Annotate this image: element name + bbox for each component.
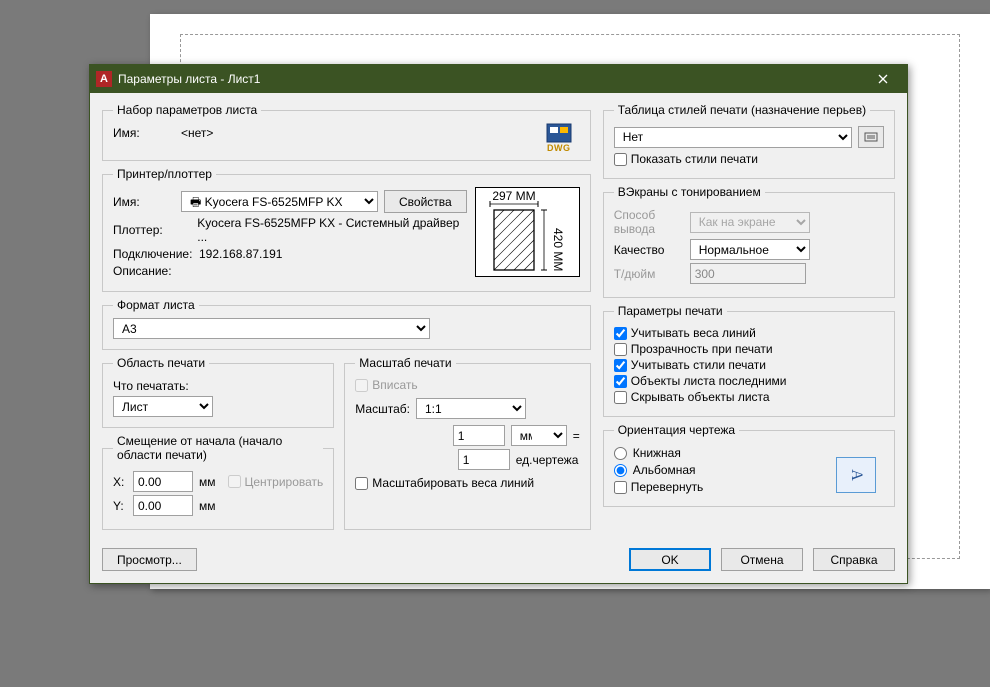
opt-hide[interactable]: Скрывать объекты листа [614, 390, 884, 404]
dwg-label: DWG [547, 143, 571, 153]
shade-mode-select: Как на экране [690, 212, 810, 233]
printer-group: Принтер/плоттер Имя: 🖶 Kyocera FS-6525MF… [102, 167, 591, 292]
y-label: Y: [113, 499, 127, 513]
shade-group: ВЭкраны с тонированием Способ вывода Как… [603, 185, 895, 298]
scale-lw-checkbox[interactable] [355, 477, 368, 490]
shade-mode-label: Способ вывода [614, 208, 680, 236]
x-unit: мм [199, 475, 216, 489]
orient-legend: Ориентация чертежа [614, 423, 739, 437]
page-set-name-label: Имя: [113, 126, 175, 140]
page-set-group: Набор параметров листа Имя: <нет> DWG [102, 103, 591, 161]
scale-lw-check[interactable]: Масштабировать веса линий [355, 476, 579, 490]
preview-button[interactable]: Просмотр... [102, 548, 197, 571]
scale-den-input[interactable] [458, 449, 510, 470]
dwg-icon: DWG [542, 123, 576, 153]
area-legend: Область печати [113, 356, 209, 370]
opt-styles[interactable]: Учитывать стили печати [614, 358, 884, 372]
x-input[interactable] [133, 471, 193, 492]
titlebar: A Параметры листа - Лист1 [90, 65, 907, 93]
orientation-icon: A [836, 457, 876, 493]
dpi-input [690, 263, 806, 284]
quality-label: Качество [614, 243, 680, 257]
paper-height-label: 420 MM [551, 228, 565, 271]
show-styles-check[interactable]: Показать стили печати [614, 152, 884, 166]
show-styles-checkbox[interactable] [614, 153, 627, 166]
paper-width-label: 297 MM [492, 189, 535, 203]
close-button[interactable] [863, 65, 903, 93]
page-set-legend: Набор параметров листа [113, 103, 261, 117]
plotstyle-legend: Таблица стилей печати (назначение перьев… [614, 103, 870, 117]
page-setup-dialog: A Параметры листа - Лист1 Набор параметр… [89, 64, 908, 584]
fit-checkbox [355, 379, 368, 392]
center-checkbox [228, 475, 241, 488]
dialog-footer: Просмотр... OK Отмена Справка [90, 542, 907, 583]
help-button[interactable]: Справка [813, 548, 895, 571]
format-group: Формат листа A3 [102, 298, 591, 350]
scale-group: Масштаб печати Вписать Масштаб: 1:1 мм = [344, 356, 590, 530]
offset-group: Смещение от начала (начало области печат… [102, 434, 334, 530]
opt-lw[interactable]: Учитывать веса линий [614, 326, 884, 340]
format-select[interactable]: A3 [113, 318, 430, 339]
conn-label: Подключение: [113, 247, 193, 261]
quality-select[interactable]: Нормальное [690, 239, 810, 260]
opt-trans[interactable]: Прозрачность при печати [614, 342, 884, 356]
plotstyle-edit-button[interactable] [858, 126, 884, 148]
scale-lw-label: Масштабировать веса линий [372, 476, 534, 490]
shade-legend: ВЭкраны с тонированием [614, 185, 765, 199]
area-group: Область печати Что печатать: Лист [102, 356, 334, 428]
x-label: X: [113, 475, 127, 489]
format-legend: Формат листа [113, 298, 199, 312]
area-select[interactable]: Лист [113, 396, 213, 417]
scale-den-unit: ед.чертежа [516, 453, 580, 467]
print-opts-group: Параметры печати Учитывать веса линий Пр… [603, 304, 895, 417]
center-label: Центрировать [245, 475, 324, 489]
fit-label: Вписать [372, 378, 417, 392]
scale-unit-select[interactable]: мм [511, 425, 567, 446]
conn-value: 192.168.87.191 [199, 247, 282, 261]
printer-select[interactable]: 🖶 Kyocera FS-6525MFP KX [181, 191, 378, 212]
scale-label: Масштаб: [355, 402, 410, 416]
edit-icon [864, 131, 878, 143]
printer-props-button[interactable]: Свойства [384, 190, 467, 213]
fit-check[interactable]: Вписать [355, 378, 579, 392]
dpi-label: Т/дюйм [614, 267, 680, 281]
desc-label: Описание: [113, 264, 193, 278]
printer-legend: Принтер/плоттер [113, 167, 216, 181]
offset-legend: Смещение от начала (начало области печат… [113, 434, 323, 462]
plotter-label: Плоттер: [113, 223, 191, 237]
scale-select[interactable]: 1:1 [416, 398, 526, 419]
plotstyle-select[interactable]: Нет [614, 127, 852, 148]
what-print-label: Что печатать: [113, 379, 189, 393]
printer-name-label: Имя: [113, 195, 175, 209]
paper-preview: 297 MM [475, 187, 580, 277]
plotstyle-group: Таблица стилей печати (назначение перьев… [603, 103, 895, 179]
orient-group: Ориентация чертежа Книжная Альбомная Пер… [603, 423, 895, 507]
app-icon: A [96, 71, 112, 87]
ok-button[interactable]: OK [629, 548, 711, 571]
y-unit: мм [199, 499, 216, 513]
scale-legend: Масштаб печати [355, 356, 455, 370]
center-check[interactable]: Центрировать [228, 475, 324, 489]
cancel-button[interactable]: Отмена [721, 548, 803, 571]
page-set-name-value: <нет> [181, 126, 213, 140]
y-input[interactable] [133, 495, 193, 516]
dialog-title: Параметры листа - Лист1 [118, 72, 863, 86]
opt-last[interactable]: Объекты листа последними [614, 374, 884, 388]
show-styles-label: Показать стили печати [631, 152, 758, 166]
scale-num-input[interactable] [453, 425, 505, 446]
plotter-value: Kyocera FS-6525MFP KX - Системный драйве… [197, 216, 466, 244]
print-opts-legend: Параметры печати [614, 304, 727, 318]
scale-eq: = [573, 429, 580, 443]
close-icon [878, 74, 888, 84]
dialog-body: Набор параметров листа Имя: <нет> DWG Пр… [90, 93, 907, 542]
